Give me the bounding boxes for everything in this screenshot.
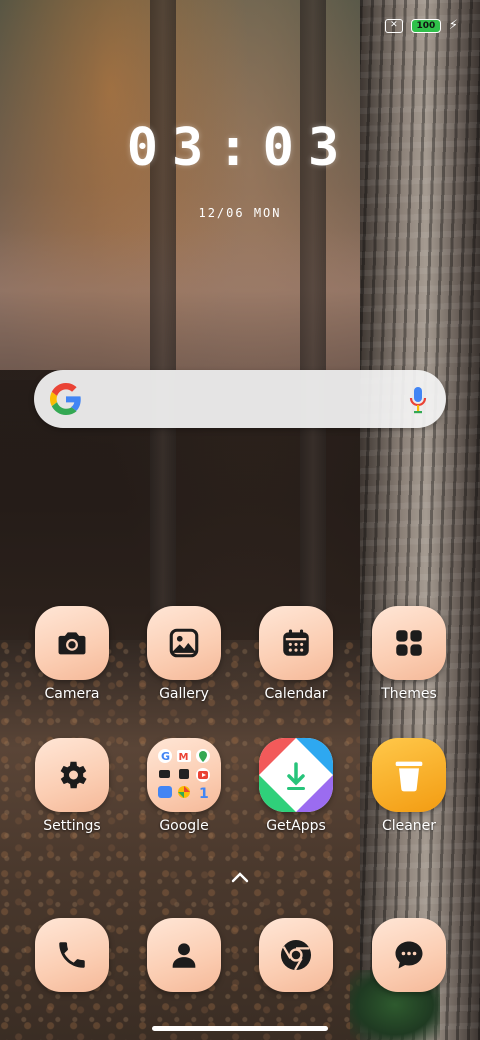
dock-phone[interactable]: [24, 918, 120, 992]
google-folder-tile[interactable]: G M 1: [147, 738, 221, 812]
wallpaper-post: [300, 0, 326, 620]
battery-level: 100: [416, 20, 436, 31]
clock-widget-date: 12/06 MON: [198, 206, 282, 220]
google-g-icon: [50, 383, 81, 415]
camera-app-tile[interactable]: [35, 606, 109, 680]
dock-contacts[interactable]: [136, 918, 232, 992]
gallery-app-tile[interactable]: [147, 606, 221, 680]
google-folder-icon: G M 1: [158, 749, 210, 802]
phone-icon: [59, 942, 85, 968]
contacts-app-tile[interactable]: [147, 918, 221, 992]
app-settings[interactable]: Settings: [24, 738, 120, 834]
gear-icon: [60, 761, 87, 789]
dock-chrome[interactable]: [248, 918, 344, 992]
home-gesture-bar[interactable]: [152, 1026, 328, 1031]
chrome-app-tile[interactable]: [259, 918, 333, 992]
getapps-icon: [259, 738, 333, 812]
app-gallery[interactable]: Gallery: [136, 606, 232, 702]
app-label: Settings: [43, 818, 101, 834]
camera-icon: [58, 632, 86, 655]
app-label: Camera: [44, 686, 100, 702]
calendar-app-tile[interactable]: [259, 606, 333, 680]
person-icon: [172, 943, 196, 968]
themes-app-tile[interactable]: [372, 606, 446, 680]
chevron-up-icon[interactable]: [228, 868, 252, 886]
charging-bolt-icon: ⚡: [448, 18, 458, 33]
calendar-icon: [283, 629, 309, 656]
chat-bubble-icon: [395, 941, 423, 969]
app-calendar[interactable]: Calendar: [248, 606, 344, 702]
battery-indicator: 100: [410, 18, 441, 33]
app-camera[interactable]: Camera: [24, 606, 120, 702]
svg-text:1: 1: [199, 786, 209, 802]
getapps-app-tile[interactable]: [259, 738, 333, 812]
app-google-folder[interactable]: G M 1 Google: [136, 738, 232, 834]
chrome-icon: [280, 939, 312, 971]
app-cleaner[interactable]: Cleaner: [361, 738, 457, 834]
app-getapps[interactable]: GetApps: [248, 738, 344, 834]
cleaner-app-tile[interactable]: [372, 738, 446, 812]
wallpaper-post: [150, 0, 176, 620]
google-search-bar[interactable]: [34, 370, 446, 428]
grid-icon: [396, 630, 422, 656]
app-label: Gallery: [159, 686, 209, 702]
app-label: Calendar: [264, 686, 328, 702]
clock-widget-time[interactable]: 03:03: [0, 118, 480, 178]
no-sim-icon: ✕: [384, 18, 403, 33]
app-label: Google: [159, 818, 209, 834]
trash-icon: [395, 761, 423, 792]
svg-text:G: G: [161, 750, 170, 763]
phone-app-tile[interactable]: [35, 918, 109, 992]
app-label: GetApps: [266, 818, 326, 834]
microphone-icon[interactable]: [408, 386, 428, 414]
settings-app-tile[interactable]: [35, 738, 109, 812]
app-label: Cleaner: [381, 818, 437, 834]
app-label: Themes: [381, 686, 437, 702]
messages-app-tile[interactable]: [372, 918, 446, 992]
svg-text:M: M: [179, 752, 189, 763]
app-themes[interactable]: Themes: [361, 606, 457, 702]
status-bar: ✕ 100 ⚡: [384, 18, 458, 33]
image-icon: [169, 628, 199, 658]
dock-messages[interactable]: [361, 918, 457, 992]
